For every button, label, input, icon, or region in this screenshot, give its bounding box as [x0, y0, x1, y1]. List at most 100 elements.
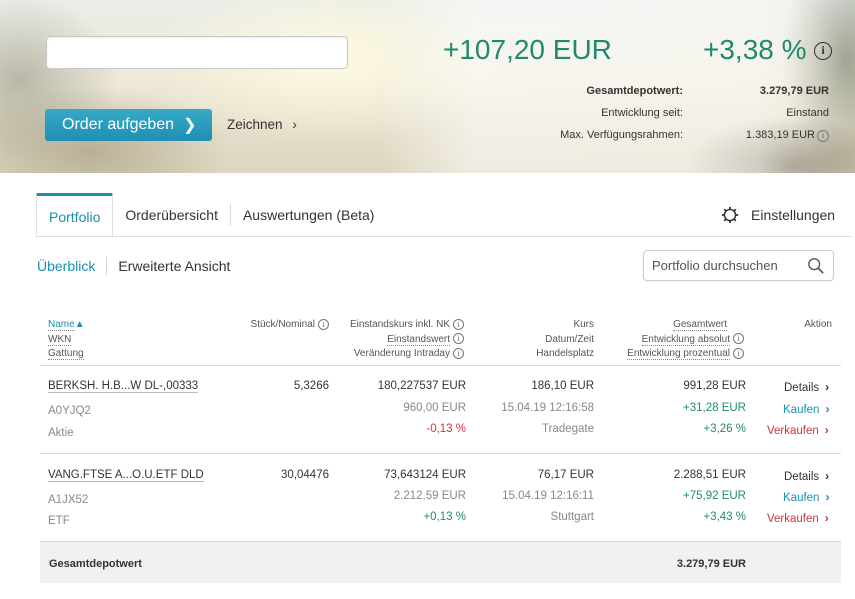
chevron-right-icon: › — [825, 469, 830, 483]
settings-label: Einstellungen — [751, 207, 836, 223]
search-input[interactable] — [46, 36, 348, 69]
einstandskurs-value: 73,643124 EUR — [384, 469, 466, 481]
einstandswert-value: 960,00 EUR — [403, 402, 466, 414]
gesamtwert-value: 2.288,51 EUR — [673, 469, 746, 481]
header-datum: Datum/Zeit — [545, 333, 594, 345]
sort-gattung-header[interactable]: Gattung — [48, 348, 84, 360]
header-stueck: Stück/Nominal — [250, 319, 315, 330]
table-divider — [40, 365, 841, 366]
security-name-link[interactable]: VANG.FTSE A...O.U.ETF DLD — [48, 469, 204, 482]
sub-navigation: Überblick Erweiterte Ansicht — [37, 257, 230, 275]
security-name-link[interactable]: BERKSH. H.B...W DL-,00333 — [48, 380, 199, 393]
info-icon[interactable]: i — [814, 42, 832, 60]
change-absolute: +107,20 EUR — [443, 34, 612, 65]
info-icon[interactable]: i — [453, 333, 464, 345]
sell-link[interactable]: Verkaufen › — [767, 423, 829, 437]
table-divider — [40, 453, 841, 454]
tab-auswertungen[interactable]: Auswertungen (Beta) — [231, 193, 387, 237]
buy-link[interactable]: Kaufen › — [783, 402, 829, 416]
details-label: Details — [784, 382, 820, 394]
header-einstand-col: Einstandskurs inkl. NK i Einstandswert i V… — [330, 318, 464, 362]
total-row: Gesamtdepotwert 3.279,79 EUR — [40, 541, 841, 583]
einstandswert-value: 2.212,59 EUR — [393, 490, 466, 502]
datum-value: 15.04.19 12:16:11 — [502, 490, 594, 502]
tab-orderuebersicht[interactable]: Orderübersicht — [113, 193, 230, 237]
subnav-ueberblick[interactable]: Überblick — [37, 258, 95, 274]
info-icon[interactable]: i — [453, 318, 464, 330]
sell-label: Verkaufen — [767, 513, 819, 525]
sort-asc-icon: ▲ — [74, 319, 85, 330]
entw-pct-value: +3,43 % — [703, 511, 746, 523]
info-icon[interactable]: i — [733, 347, 744, 359]
buy-link[interactable]: Kaufen › — [783, 490, 829, 504]
chevron-right-icon: › — [824, 511, 829, 525]
sign-link[interactable]: Zeichnen › — [227, 117, 297, 132]
header-gesamtwert-col: Gesamtwert Entwicklung absolut i Entwickl… — [600, 318, 744, 362]
stueck-value: 30,04476 — [281, 469, 329, 481]
chevron-right-icon: › — [824, 423, 829, 437]
entw-abs-value: +75,92 EUR — [683, 490, 746, 502]
gear-icon — [721, 206, 739, 224]
hero-banner: Order aufgeben ❯ Zeichnen › +107,20 EUR … — [0, 0, 855, 173]
header-kurs: Kurs — [573, 319, 594, 330]
header-kurs-col: Kurs Datum/Zeit Handelsplatz — [474, 318, 594, 362]
total-label: Gesamtdepotwert — [49, 558, 142, 570]
info-icon[interactable]: i — [318, 318, 329, 330]
buy-label: Kaufen — [783, 492, 820, 504]
total-value: 3.279,79 EUR — [676, 558, 746, 570]
sign-link-label: Zeichnen — [227, 117, 283, 132]
chevron-right-icon: ❯ — [183, 117, 197, 134]
header-name-col: Name▲ WKN Gattung — [48, 318, 85, 362]
security-gattung: Aktie — [48, 427, 74, 439]
details-label: Details — [784, 471, 820, 483]
security-gattung: ETF — [48, 515, 70, 527]
sort-wkn-header[interactable]: WKN — [48, 333, 72, 346]
subnav-divider — [106, 257, 108, 275]
sell-link[interactable]: Verkaufen › — [767, 511, 829, 525]
gesamtwert-value: 991,28 EUR — [683, 380, 746, 392]
portfolio-search-input[interactable]: Portfolio durchsuchen — [643, 250, 834, 281]
handelsplatz-value: Stuttgart — [550, 511, 594, 523]
stat-value-entwicklung: Einstand — [786, 107, 829, 119]
header-entw-pct[interactable]: Entwicklung prozentual — [627, 348, 730, 360]
veraenderung-value: -0,13 % — [426, 423, 466, 435]
entw-abs-value: +31,28 EUR — [683, 402, 746, 414]
header-aktion: Aktion — [804, 319, 832, 330]
header-einstandswert[interactable]: Einstandswert — [387, 333, 450, 346]
stat-label-depotwert: Gesamtdepotwert: — [586, 85, 683, 97]
sort-name-header[interactable]: Name — [48, 319, 75, 331]
entw-pct-value: +3,26 % — [703, 423, 746, 435]
info-icon[interactable]: i — [817, 130, 829, 142]
kurs-value: 186,10 EUR — [531, 380, 594, 392]
order-button[interactable]: Order aufgeben ❯ — [45, 109, 212, 141]
veraenderung-value: +0,13 % — [423, 511, 466, 523]
chevron-right-icon: › — [825, 380, 830, 394]
handelsplatz-value: Tradegate — [542, 423, 594, 435]
header-gesamtwert[interactable]: Gesamtwert — [673, 319, 727, 331]
settings-button[interactable]: Einstellungen — [721, 206, 835, 224]
stueck-value: 5,3266 — [293, 380, 329, 392]
tab-portfolio[interactable]: Portfolio — [36, 193, 114, 237]
chevron-right-icon: › — [825, 490, 830, 504]
order-button-label: Order aufgeben — [62, 116, 175, 133]
header-veraenderung: Veränderung Intraday — [353, 348, 450, 359]
search-icon[interactable] — [807, 257, 825, 275]
buy-label: Kaufen — [783, 404, 820, 416]
details-link[interactable]: Details › — [784, 469, 829, 483]
info-icon[interactable]: i — [453, 347, 464, 359]
change-percent: +3,38 % — [703, 34, 807, 65]
security-wkn: A1JX52 — [48, 494, 89, 506]
subnav-erweiterte-ansicht[interactable]: Erweiterte Ansicht — [118, 258, 230, 274]
header-entw-abs[interactable]: Entwicklung absolut — [641, 333, 730, 346]
info-icon[interactable]: i — [733, 333, 744, 345]
details-link[interactable]: Details › — [784, 380, 829, 394]
header-stueck-col: Stück/Nominal i — [230, 318, 329, 333]
header-einstandskurs: Einstandskurs inkl. NK — [349, 319, 450, 330]
stat-value-depotwert: 3.279,79 EUR — [759, 85, 829, 97]
header-handelsplatz: Handelsplatz — [536, 348, 594, 359]
stat-label-verfuegungsrahmen: Max. Verfügungsrahmen: — [560, 129, 683, 141]
einstandskurs-value: 180,227537 EUR — [377, 380, 466, 392]
chevron-right-icon: › — [292, 117, 297, 132]
main-tabs: Portfolio Orderübersicht Auswertungen (B… — [36, 193, 386, 237]
tab-underline — [36, 236, 851, 237]
